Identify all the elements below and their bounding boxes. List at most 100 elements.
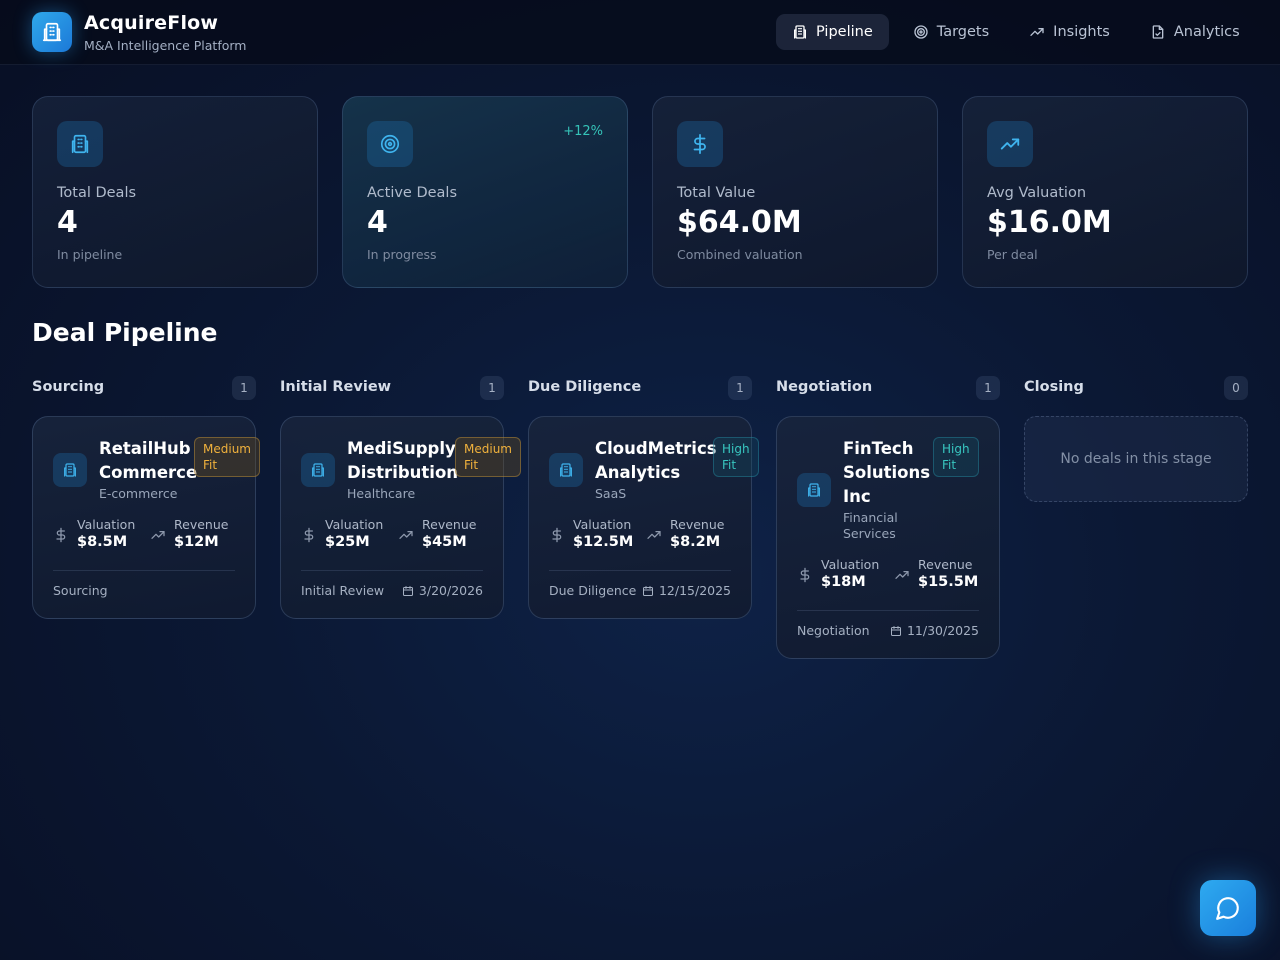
file-chart-icon (1152, 25, 1164, 39)
nav-analytics-label: Analytics (1173, 24, 1240, 40)
trending-up-icon (987, 121, 1033, 167)
industry-label: Financial Services (843, 510, 898, 542)
dollar-icon (677, 121, 723, 167)
target-icon (914, 25, 928, 39)
nav-targets-label: Targets (936, 24, 990, 40)
stage-label: Negotiation (797, 623, 870, 638)
fit-badge-line: Medium (464, 442, 512, 456)
company-name: CloudMetrics Analytics (595, 437, 717, 485)
revenue-metric: Revenue $15.5M (894, 557, 984, 593)
stat-card-total-deals: Total Deals 4 In pipeline (32, 96, 318, 288)
dollar-icon (800, 567, 810, 583)
stat-value: 4 (57, 205, 78, 240)
industry-label: Healthcare (347, 486, 416, 501)
fit-badge-line: High (942, 442, 970, 456)
stat-note: Combined valuation (677, 247, 803, 262)
revenue-metric: Revenue $45M (398, 517, 488, 553)
column-header-closing: Closing 0 (1024, 376, 1248, 400)
column-header-sourcing: Sourcing 1 (32, 376, 256, 400)
trending-up-icon (895, 571, 909, 579)
stat-note: In progress (367, 247, 437, 262)
trending-up-icon (399, 531, 413, 539)
metric-label: Valuation (573, 517, 632, 532)
stage-label: Due Diligence (549, 583, 637, 598)
calendar-icon (642, 585, 653, 596)
empty-column-placeholder: No deals in this stage (1024, 416, 1248, 502)
card-divider (301, 570, 483, 571)
stat-card-active-deals: +12% Active Deals 4 In progress (342, 96, 628, 288)
dollar-icon (56, 527, 66, 543)
trending-up-icon (647, 531, 661, 539)
nav-targets[interactable]: Targets (897, 14, 1005, 50)
stat-value: $16.0M (987, 205, 1112, 240)
column-count-badge: 1 (480, 376, 504, 400)
stage-label: Sourcing (53, 583, 108, 598)
company-name-line: CloudMetrics (595, 439, 717, 458)
metric-label: Revenue (422, 517, 477, 532)
fit-badge-line: High (722, 442, 750, 456)
building-icon[interactable] (32, 12, 72, 52)
chat-button[interactable] (1200, 880, 1256, 936)
metric-label: Revenue (918, 557, 973, 572)
deal-card-medisupply[interactable]: MediSupply Distribution Healthcare Mediu… (280, 416, 521, 619)
stat-note: In pipeline (57, 247, 123, 262)
company-name: FinTech Solutions Inc (843, 437, 930, 509)
metric-value: $45M (422, 534, 467, 550)
stat-label: Avg Valuation (987, 185, 1087, 201)
metric-label: Valuation (821, 557, 880, 572)
nav-analytics[interactable]: Analytics (1134, 14, 1256, 50)
nav-insights[interactable]: Insights (1013, 14, 1126, 50)
metric-label: Revenue (174, 517, 229, 532)
calendar-icon (890, 625, 901, 636)
deal-card-retailhub[interactable]: RetailHub Commerce E-commerce Medium Fit… (32, 416, 260, 619)
nav-insights-label: Insights (1053, 24, 1110, 40)
company-name-line: RetailHub (99, 439, 191, 458)
building-icon (794, 25, 806, 39)
column-name: Initial Review (280, 379, 392, 395)
fit-badge: High Fit (933, 437, 979, 477)
metric-label: Revenue (670, 517, 725, 532)
industry-label: E-commerce (99, 486, 178, 501)
valuation-metric: Valuation $8.5M (53, 517, 143, 553)
app-subtitle: M&A Intelligence Platform (84, 38, 247, 53)
company-name-line: Distribution (347, 463, 459, 482)
fit-badge: Medium Fit (455, 437, 521, 477)
nav-pipeline[interactable]: Pipeline (776, 14, 889, 50)
company-name: RetailHub Commerce (99, 437, 197, 485)
metric-value: $12M (174, 534, 219, 550)
fit-badge-line: Fit (203, 458, 218, 472)
column-header-negotiation: Negotiation 1 (776, 376, 1000, 400)
fit-badge-line: Fit (722, 458, 737, 472)
column-name: Negotiation (776, 379, 873, 395)
stat-label: Total Deals (57, 185, 137, 201)
stat-note: Per deal (987, 247, 1038, 262)
company-name-line: Analytics (595, 463, 681, 482)
column-count-badge: 1 (232, 376, 256, 400)
fit-badge: High Fit (713, 437, 759, 477)
deal-card-fintech[interactable]: FinTech Solutions Inc Financial Services… (776, 416, 1000, 659)
company-name-line: FinTech (843, 439, 914, 458)
target-icon (367, 121, 413, 167)
metric-label: Valuation (325, 517, 384, 532)
company-name: MediSupply Distribution (347, 437, 458, 485)
company-name-line: Commerce (99, 463, 198, 482)
fit-badge-line: Medium (203, 442, 251, 456)
fit-badge: Medium Fit (194, 437, 260, 477)
card-divider (53, 570, 235, 571)
app-title: AcquireFlow (84, 12, 219, 34)
fit-badge-line: Fit (942, 458, 957, 472)
metric-value: $8.2M (670, 534, 721, 550)
metric-value: $18M (821, 574, 866, 590)
column-count-badge: 1 (728, 376, 752, 400)
stat-value: $64.0M (677, 205, 802, 240)
close-date: 12/15/2025 (642, 583, 731, 598)
stat-value: 4 (367, 205, 388, 240)
close-date-value: 12/15/2025 (658, 583, 731, 598)
stat-label: Active Deals (367, 185, 458, 201)
industry-label-line: Financial (843, 510, 898, 525)
dollar-icon (304, 527, 314, 543)
deal-card-cloudmetrics[interactable]: CloudMetrics Analytics SaaS High Fit Val… (528, 416, 759, 619)
industry-label: SaaS (595, 486, 627, 501)
revenue-metric: Revenue $8.2M (646, 517, 736, 553)
stage-label: Initial Review (301, 583, 385, 598)
